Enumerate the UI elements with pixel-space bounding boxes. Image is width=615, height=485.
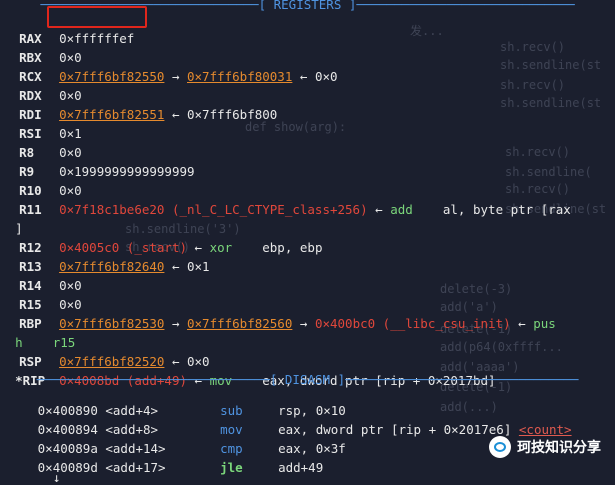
register-row-r9: R9 0×1999999999999999 [0,143,194,179]
register-row-r11: R11 0×7f18c1be6e20 (_nl_C_LC_CTYPE_class+… [0,181,571,217]
register-row-r10: R10 0×0 [0,162,82,198]
register-row-r15: R15 0×0 [0,276,82,312]
register-row-rsi: RSI 0×1 [0,105,82,141]
jump-arrow: ↓ [15,470,61,485]
register-row-rax: RAX 0×ffffffef [0,10,134,46]
wechat-logo-icon [489,436,511,458]
register-row-rip: *RIP 0×4008bd (add+49) ← mov eax, dword p… [15,373,496,388]
stack-address: 0×7fff6bf80031 [187,69,293,84]
disasm-line: 0×400894 <add+8> mov eax, dword ptr [rip +… [15,422,572,437]
instruction-op: add [390,202,413,217]
register-row-r13: R13 0×7fff6bf82640 ← 0×1 [0,238,210,274]
watermark-text: 珂技知识分享 [517,440,601,456]
register-row-rsp: RSP 0×7fff6bf82520 ← 0×0 [0,333,210,369]
watermark: 珂技知识分享 [489,436,601,458]
disasm-line: 0×40089a <add+14> cmp eax, 0×3f [15,441,346,456]
register-row-r14: R14 0×0 [0,257,82,293]
register-row-rbp-continued: h r15 [15,335,76,350]
register-row-rdi: RDI 0×7fff6bf82551 ← 0×7fff6bf800 [0,86,277,122]
code-address: 0×400bc0 (__libc_csu_init) [314,316,511,331]
disasm-section-header: ───────────────────────────────[ DISASM … [36,372,579,387]
instruction-op: pus [533,316,556,331]
register-row-r12: R12 0×4005c0 (_start) ← xor ebp, ebp [0,219,322,255]
register-row-rcx: RCX 0×7fff6bf82550 → 0×7fff6bf80031 ← 0×0 [0,48,337,84]
register-row-r8: R8 0×0 [0,124,82,160]
stack-address: 0×7fff6bf82560 [187,316,293,331]
disasm-line: 0×400890 <add+4> sub rsp, 0×10 [15,403,346,418]
instruction-op: xor [209,240,233,255]
register-row-rbx: RBX 0×0 [0,29,82,65]
register-row-rbp: RBP 0×7fff6bf82530 → 0×7fff6bf82560 → 0×4… [0,295,556,331]
symbol-reference: <count> [518,422,572,437]
register-row-r11-continued: ] [15,221,23,236]
libc-address: 0×7f18c1be6e20 (_nl_C_LC_CTYPE_class+256… [59,202,368,217]
register-row-rdx: RDX 0×0 [0,67,82,103]
